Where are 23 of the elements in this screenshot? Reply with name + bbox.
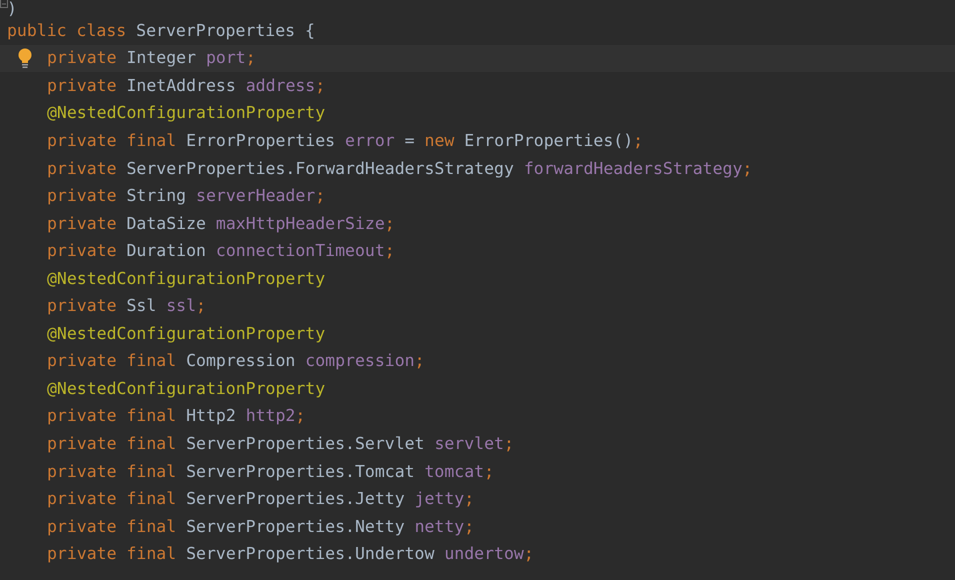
lightbulb-icon[interactable]: [17, 48, 33, 69]
code-line: ): [7, 0, 17, 18]
code-line: @NestedConfigurationProperty: [47, 324, 326, 344]
code-line: public class ServerProperties {: [7, 20, 315, 41]
code-line: private String serverHeader;: [47, 186, 326, 206]
code-line: private Ssl ssl;: [47, 296, 206, 316]
code-line: private ServerProperties.ForwardHeadersStrategy forwardHeadersStrategy;: [47, 158, 752, 178]
code-line: private final ServerProperties.Undertow undertow;: [47, 544, 534, 564]
code-line: private final ServerProperties.Jetty jetty;: [47, 489, 474, 510]
code-line: @NestedConfigurationProperty: [47, 268, 326, 289]
code-line: private final ServerProperties.Servlet servlet;: [47, 434, 514, 454]
code-line: private final ServerProperties.Tomcat tomcat;: [47, 462, 494, 482]
code-line: private final ErrorProperties error = new ErrorProperties();: [47, 130, 644, 151]
code-line: private final Http2 http2;: [47, 406, 306, 426]
fold-icon[interactable]: [0, 0, 8, 8]
code-line: private final Compression compression;: [47, 351, 425, 372]
code-line: private Duration connectionTimeout;: [47, 241, 395, 262]
code-line: @NestedConfigurationProperty: [47, 378, 326, 399]
code-line: private DataSize maxHttpHeaderSize;: [47, 214, 395, 234]
code-line: private InetAddress address;: [47, 76, 326, 96]
code-line: private Integer port;: [47, 48, 256, 68]
code-line: private final ServerProperties.Netty netty;: [47, 516, 474, 537]
code-line: @NestedConfigurationProperty: [47, 103, 326, 124]
